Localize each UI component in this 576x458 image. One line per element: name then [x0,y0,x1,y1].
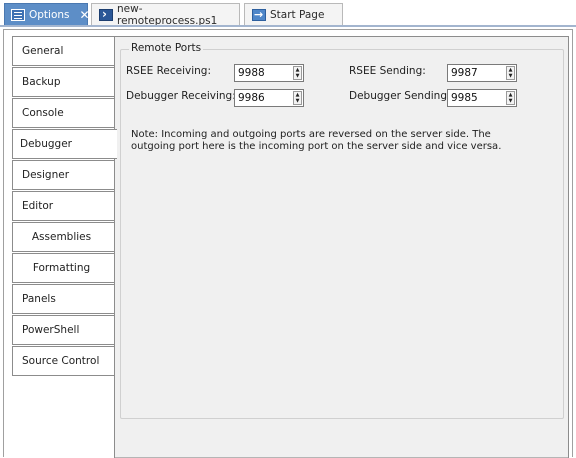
options-panel: General Backup Console Debugger Designer… [3,29,573,458]
debugger-receiving-input[interactable] [235,90,293,106]
rsee-receiving-label: RSEE Receiving: [126,65,211,77]
port-reversal-note: Note: Incoming and outgoing ports are re… [131,129,502,152]
rsee-sending-spin-buttons[interactable]: ▲ ▼ [506,66,515,80]
nav-item-panels[interactable]: Panels [12,284,115,314]
debugger-receiving-label: Debugger Receiving: [126,90,236,102]
nav-item-assemblies[interactable]: Assemblies [12,222,115,252]
debugger-sending-stepper: ▲ ▼ [447,89,517,107]
nav-item-label: Source Control [22,355,100,367]
debugger-receiving-stepper: ▲ ▼ [234,89,304,107]
tab-options-label: Options [29,8,70,21]
options-category-list: General Backup Console Debugger Designer… [12,36,117,377]
nav-item-label: Editor [22,200,54,212]
rsee-sending-label: RSEE Sending: [349,65,426,77]
spin-down-icon[interactable]: ▼ [507,73,514,79]
remote-ports-group: Remote Ports RSEE Receiving: ▲ ▼ RSEE Se… [120,42,564,419]
powershell-file-icon [99,7,113,21]
nav-item-designer[interactable]: Designer [12,160,115,190]
nav-item-backup[interactable]: Backup [12,67,115,97]
debugger-receiving-spin-buttons[interactable]: ▲ ▼ [293,91,302,105]
nav-item-label: General [22,45,64,57]
nav-item-debugger[interactable]: Debugger [12,129,117,159]
nav-item-label: Panels [22,293,56,305]
debugger-sending-spin-buttons[interactable]: ▲ ▼ [506,91,515,105]
close-tab-icon[interactable]: ✕ [80,8,90,22]
nav-item-label: Debugger [20,138,72,150]
nav-item-label: Formatting [32,262,91,274]
nav-item-powershell[interactable]: PowerShell [12,315,115,345]
nav-item-source-control[interactable]: Source Control [12,346,115,376]
debugger-sending-input[interactable] [448,90,506,106]
document-tab-strip: Options ✕ new-remoteprocess.ps1 Start Pa… [0,0,576,27]
remote-ports-title: Remote Ports [129,42,204,54]
nav-item-label: Assemblies [31,231,92,243]
tab-new-remoteprocess-label: new-remoteprocess.ps1 [117,2,218,27]
debugger-sending-label: Debugger Sending: [349,90,451,102]
rsee-receiving-spin-buttons[interactable]: ▲ ▼ [293,66,302,80]
tab-start-page[interactable]: Start Page [244,3,343,25]
tab-strip-divider [0,25,576,27]
spin-down-icon[interactable]: ▼ [294,73,301,79]
rsee-sending-stepper: ▲ ▼ [447,64,517,82]
rsee-receiving-input[interactable] [235,65,293,81]
tab-start-page-label: Start Page [270,8,325,21]
rsee-sending-input[interactable] [448,65,506,81]
spin-down-icon[interactable]: ▼ [507,98,514,104]
nav-item-general[interactable]: General [12,36,115,66]
nav-item-label: Backup [22,76,61,88]
nav-item-editor[interactable]: Editor [12,191,115,221]
nav-item-label: PowerShell [22,324,80,336]
tab-options[interactable]: Options ✕ [4,3,90,25]
nav-item-formatting[interactable]: Formatting [12,253,115,283]
spin-down-icon[interactable]: ▼ [294,98,301,104]
options-icon [11,8,25,21]
nav-item-label: Console [22,107,64,119]
debugger-settings-page: Remote Ports RSEE Receiving: ▲ ▼ RSEE Se… [114,36,569,458]
nav-item-console[interactable]: Console [12,98,115,128]
nav-item-label: Designer [22,169,70,181]
rsee-receiving-stepper: ▲ ▼ [234,64,304,82]
tab-new-remoteprocess[interactable]: new-remoteprocess.ps1 [91,2,240,27]
start-page-icon [252,8,266,21]
